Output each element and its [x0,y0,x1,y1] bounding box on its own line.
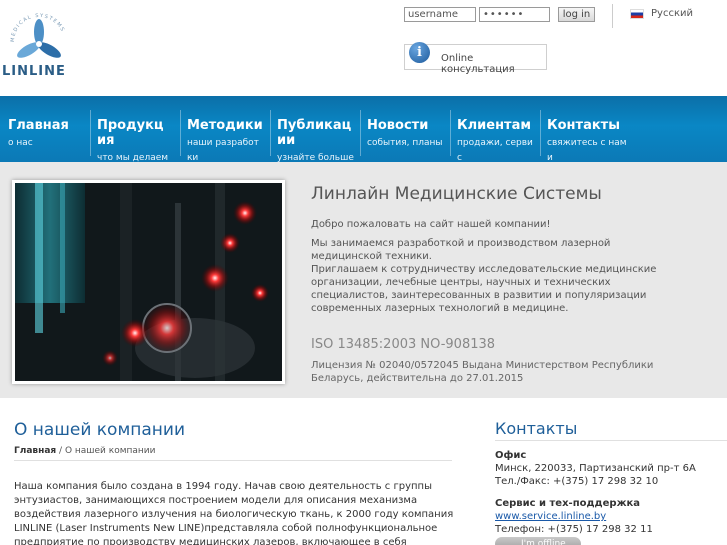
laser-lab-photo [12,180,285,384]
site-header: MEDICAL SYSTEMS LINLINE log in Русский i… [0,0,727,96]
license-text: Лицензия № 02040/0572045 Выдана Министер… [311,360,654,384]
nav-title: Клиентам [457,118,531,133]
nav-divider [540,110,541,156]
nav-title: Контакты [547,118,620,133]
hero-title: Линлайн Медицинские Системы [311,184,602,204]
nav-item-products[interactable]: Продукция что мы делаем [97,96,172,162]
office-address: Минск, 220033, Партизанский пр-т 6А [495,463,696,474]
breadcrumb-separator: / [56,446,65,456]
nav-title: Продукция [97,118,164,148]
hero-paragraph: Мы занимаемся разработкой и производство… [311,238,611,262]
breadcrumb: Главная / О нашей компании [14,446,155,456]
login-button[interactable]: log in [558,7,595,22]
nav-subtitle: события, планы [367,138,443,148]
logo-text: LINLINE [2,64,66,79]
about-title: О нашей компании [14,420,186,440]
hero-paragraph: Приглашаем к сотрудничеству исследовател… [311,264,657,314]
nav-item-contacts[interactable]: Контакты свяжитесь с нами [547,96,627,162]
service-link[interactable]: www.service.linline.by [495,510,653,523]
nav-divider [90,110,91,156]
nav-title: Методики [187,118,263,133]
online-consult-button[interactable]: i Online консультация [404,42,547,75]
nav-subtitle: узнайте больше [277,153,354,162]
welcome-text: Добро пожаловать на сайт нашей компании! [311,219,551,230]
nav-item-publications[interactable]: Публикации узнайте больше [277,96,355,162]
breadcrumb-home[interactable]: Главная [14,446,56,456]
contacts-title: Контакты [495,419,578,438]
nav-item-news[interactable]: Новости события, планы [367,96,447,162]
nav-item-methods[interactable]: Методики наши разработки [187,96,264,162]
nav-subtitle: наши разработки [187,138,259,162]
nav-divider [360,110,361,156]
russian-flag-icon [630,8,644,19]
service-heading: Сервис и тех-поддержка [495,498,641,509]
main-nav: Главная о нас Продукция что мы делаем Ме… [0,96,727,162]
office-block: Офис Минск, 220033, Партизанский пр-т 6А… [495,449,696,488]
hero-section: Линлайн Медицинские Системы Добро пожало… [0,162,727,398]
hero-text: Добро пожаловать на сайт нашей компании!… [311,218,681,315]
office-heading: Офис [495,450,527,461]
nav-divider [450,110,451,156]
divider [495,440,727,441]
about-text: Наша компания было создана в 1994 году. … [14,481,454,545]
service-phone: Телефон: +(375) 17 298 32 11 [495,524,653,535]
username-input[interactable] [404,7,476,22]
password-input[interactable] [479,7,550,22]
nav-subtitle: свяжитесь с нами [547,138,627,162]
iso-certificate: ISO 13485:2003 NO-908138 [311,337,496,352]
nav-subtitle: продажи, сервис [457,138,533,162]
language-selector[interactable]: Русский [630,8,693,19]
service-block: Сервис и тех-поддержка www.service.linli… [495,497,653,536]
nav-item-clients[interactable]: Клиентам продажи, сервис [457,96,537,162]
header-divider [612,4,613,28]
nav-item-home[interactable]: Главная о нас [8,96,88,162]
status-badge[interactable]: I'm offline [495,537,581,545]
language-label: Русский [651,8,693,19]
consult-label: Online консультация [441,53,515,75]
laser-photo-illustration [15,183,282,381]
nav-subtitle: о нас [8,138,33,148]
office-phone: Тел./Факс: +(375) 17 298 32 10 [495,476,659,487]
nav-title: Главная [8,118,69,133]
divider [14,460,452,461]
nav-divider [180,110,181,156]
breadcrumb-current: О нашей компании [64,446,156,456]
nav-title: Публикации [277,118,352,148]
nav-subtitle: что мы делаем [97,153,169,162]
info-icon: i [409,42,430,63]
nav-divider [270,110,271,156]
nav-title: Новости [367,118,429,133]
